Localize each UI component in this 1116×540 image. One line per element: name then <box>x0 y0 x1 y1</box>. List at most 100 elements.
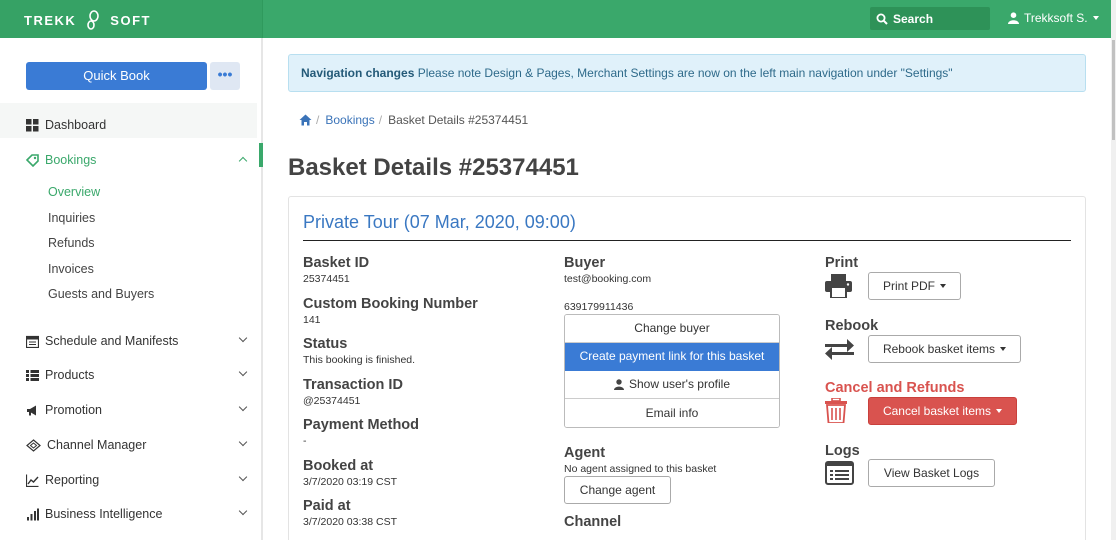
sidebar-item-bookings[interactable]: Bookings <box>26 150 252 170</box>
sidebar-item-label: Business Intelligence <box>45 507 163 521</box>
chevron-down-icon <box>238 333 248 343</box>
sidebar-subitem-invoices[interactable]: Invoices <box>48 262 94 276</box>
agent-value: No agent assigned to this basket <box>564 463 717 475</box>
sidebar-item-products[interactable]: Products <box>26 365 252 385</box>
quick-book-button[interactable]: Quick Book <box>26 62 207 90</box>
tag-icon <box>26 153 39 167</box>
payment-method-value: - <box>303 435 307 447</box>
alert-message: Please note Design & Pages, Merchant Set… <box>414 66 953 80</box>
rebook-basket-items-label: Rebook basket items <box>882 342 996 356</box>
buyer-actions: Change buyer Create payment link for thi… <box>564 314 780 428</box>
cancel-refunds-label: Cancel and Refunds <box>825 380 965 396</box>
dashboard-icon <box>26 118 39 131</box>
status-label: Status <box>303 336 348 352</box>
network-icon <box>26 438 41 452</box>
transaction-id-value: @25374451 <box>303 395 361 407</box>
megaphone-icon <box>27 405 36 415</box>
paid-at-value: 3/7/2020 03:38 CST <box>303 516 397 528</box>
sidebar-item-label: Channel Manager <box>47 438 147 452</box>
cancel-basket-items-button[interactable]: Cancel basket items <box>868 397 1017 425</box>
change-agent-button[interactable]: Change agent <box>564 476 671 504</box>
custom-booking-number-label: Custom Booking Number <box>303 296 478 312</box>
sidebar-subitem-guests-buyers[interactable]: Guests and Buyers <box>48 287 154 301</box>
transaction-id-label: Transaction ID <box>303 377 403 393</box>
sidebar-subitem-overview[interactable]: Overview <box>48 185 100 199</box>
list-icon <box>26 369 39 381</box>
line-chart-icon <box>26 474 39 487</box>
trash-icon <box>825 398 847 423</box>
print-label: Print <box>825 255 859 271</box>
basket-id-label: Basket ID <box>303 255 370 271</box>
user-name: Trekksoft S. <box>1024 11 1088 25</box>
change-buyer-button[interactable]: Change buyer <box>565 315 779 343</box>
caret-down-icon <box>940 284 946 288</box>
sidebar-item-schedule[interactable]: Schedule and Manifests <box>26 331 252 351</box>
chevron-up-icon <box>238 156 248 166</box>
user-icon <box>1008 12 1019 24</box>
view-basket-logs-button[interactable]: View Basket Logs <box>868 459 995 487</box>
active-indicator <box>259 143 263 167</box>
sidebar-item-business-intelligence[interactable]: Business Intelligence <box>26 504 252 524</box>
exchange-icon <box>825 339 854 360</box>
breadcrumb: / Bookings / Basket Details #25374451 <box>299 113 528 127</box>
sidebar-subitem-refunds[interactable]: Refunds <box>48 236 95 250</box>
alert-title: Navigation changes <box>301 66 415 80</box>
logo-text-left: TREKK <box>24 12 77 28</box>
search-label: Search <box>893 11 934 26</box>
caret-down-icon <box>1000 347 1007 351</box>
cancel-basket-items-label: Cancel basket items <box>882 404 992 418</box>
logo-area: TREKK SOFT <box>0 0 263 38</box>
show-user-profile-button[interactable]: Show user's profile <box>565 371 779 399</box>
more-options-button[interactable]: ••• <box>210 62 240 90</box>
breadcrumb-separator: / <box>378 113 383 127</box>
logs-icon <box>825 461 854 485</box>
sidebar-item-label: Schedule and Manifests <box>45 334 179 348</box>
rebook-basket-items-button[interactable]: Rebook basket items <box>868 335 1021 363</box>
show-user-profile-label: Show user's profile <box>628 377 730 391</box>
breadcrumb-separator: / <box>316 113 320 127</box>
sidebar-item-label: Products <box>45 368 95 382</box>
chevron-down-icon <box>238 367 248 377</box>
chevron-down-icon <box>238 402 248 412</box>
trekksoft-logo[interactable]: TREKK SOFT <box>24 10 151 30</box>
caret-down-icon <box>1092 16 1099 20</box>
home-icon[interactable] <box>299 114 312 126</box>
agent-label: Agent <box>564 445 606 461</box>
sidebar-item-label: Dashboard <box>45 118 107 132</box>
sidebar-item-label: Bookings <box>45 153 97 167</box>
user-menu[interactable]: Trekksoft S. <box>1008 11 1099 25</box>
payment-method-label: Payment Method <box>303 417 420 433</box>
rebook-label: Rebook <box>825 318 879 334</box>
calendar-icon <box>26 335 39 348</box>
chevron-down-icon <box>238 437 248 447</box>
chevron-down-icon <box>238 506 248 516</box>
divider <box>303 240 1071 241</box>
search-box[interactable]: Search <box>870 7 990 30</box>
logo-text-right: SOFT <box>110 12 151 28</box>
buyer-label: Buyer <box>564 255 606 271</box>
paid-at-label: Paid at <box>303 498 351 514</box>
breadcrumb-current: Basket Details #25374451 <box>388 113 529 127</box>
basket-tour-title[interactable]: Private Tour (07 Mar, 2020, 09:00) <box>303 212 576 233</box>
sidebar-item-label: Promotion <box>45 403 102 417</box>
booked-at-label: Booked at <box>303 458 374 474</box>
print-pdf-button[interactable]: Print PDF <box>868 272 961 300</box>
print-pdf-label: Print PDF <box>882 279 935 293</box>
booked-at-value: 3/7/2020 03:19 CST <box>303 476 397 488</box>
buyer-email: test@booking.com <box>564 273 652 285</box>
sidebar-item-promotion[interactable]: Promotion <box>26 400 252 420</box>
user-icon <box>613 379 624 390</box>
sidebar-item-dashboard[interactable]: Dashboard <box>26 115 252 135</box>
sidebar-item-reporting[interactable]: Reporting <box>26 470 252 490</box>
sidebar-subitem-inquiries[interactable]: Inquiries <box>48 211 95 225</box>
sidebar-item-channel-manager[interactable]: Channel Manager <box>26 435 252 455</box>
scrollbar-thumb[interactable] <box>1112 40 1115 140</box>
printer-icon <box>825 274 852 298</box>
search-icon <box>876 13 888 25</box>
email-info-button[interactable]: Email info <box>565 399 779 427</box>
breadcrumb-bookings-link[interactable]: Bookings <box>325 113 374 127</box>
logs-label: Logs <box>825 443 860 459</box>
caret-down-icon <box>996 409 1003 413</box>
create-payment-link-button[interactable]: Create payment link for this basket <box>565 343 779 371</box>
custom-booking-number-value: 141 <box>303 314 321 326</box>
